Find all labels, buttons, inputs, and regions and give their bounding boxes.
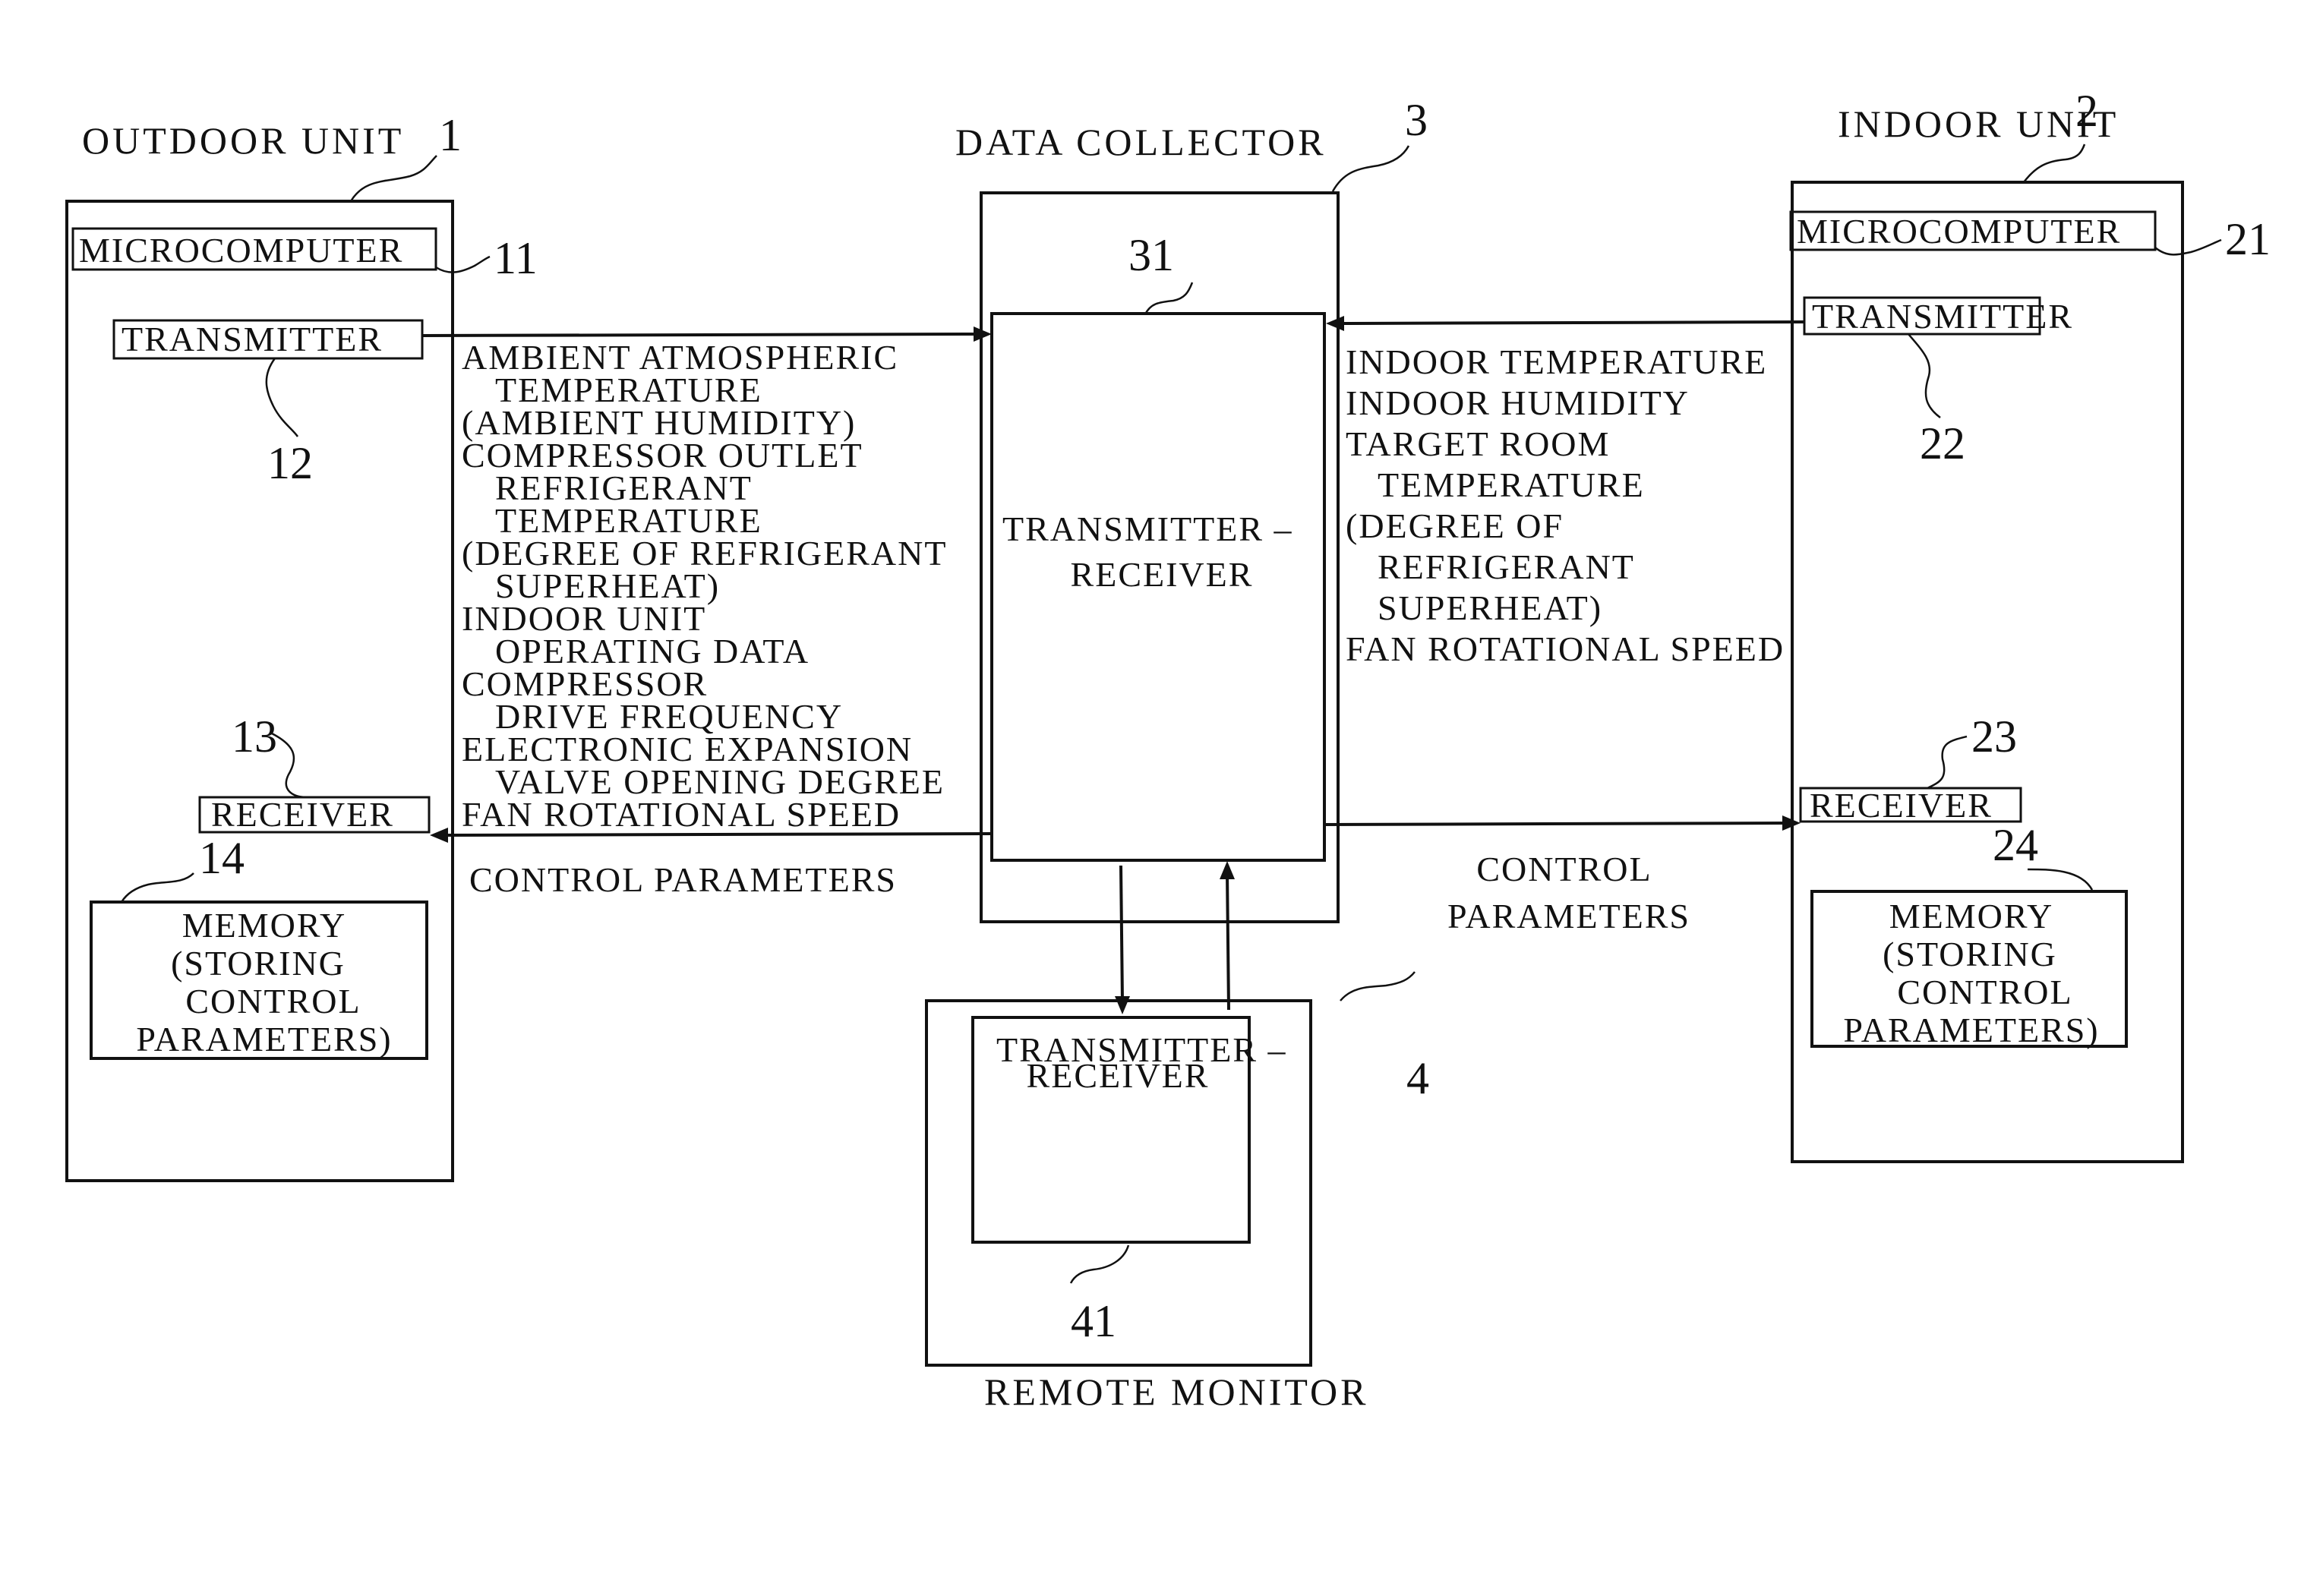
- collector-to-indoor-label-line-1: CONTROL: [1476, 850, 1652, 888]
- indoor-unit: INDOOR UNIT 2 MICROCOMPUTER 21 TRANSMITT…: [1789, 86, 2271, 1163]
- monitor-transceiver-leader: [1069, 1244, 1130, 1284]
- indoor-unit-leader: [2023, 144, 2086, 183]
- outdoor-unit-ref: 1: [439, 110, 462, 160]
- remote-monitor: 4 TRANSMITTER – RECEIVER 41 REMOTE MONIT…: [925, 971, 1429, 1413]
- indoor-data-line: FAN ROTATIONAL SPEED: [1346, 629, 1785, 668]
- collector-to-monitor-line: [1119, 865, 1124, 1003]
- indoor-unit-ref: 2: [2075, 86, 2098, 136]
- collector-to-indoor-label-line-2: PARAMETERS: [1447, 897, 1690, 935]
- indoor-memory-ref: 24: [1993, 820, 2038, 870]
- indoor-memory-line-2: (STORING: [1883, 935, 2057, 973]
- monitor-transceiver-line-2: RECEIVER: [1027, 1056, 1210, 1095]
- indoor-memory-line-4: PARAMETERS): [1843, 1011, 2099, 1049]
- outdoor-memory-line-2: (STORING: [171, 944, 346, 983]
- data-collector-ref: 3: [1405, 95, 1428, 145]
- indoor-data-line: TEMPERATURE: [1378, 465, 1645, 504]
- indoor-to-collector-line: [1337, 320, 1805, 325]
- outdoor-microcomputer-ref: 11: [494, 233, 538, 283]
- collector-monitor-link: [1115, 861, 1235, 1014]
- indoor-microcomputer-leader: [2154, 238, 2222, 256]
- indoor-data-line: SUPERHEAT): [1378, 588, 1602, 627]
- indoor-to-collector-link: [1326, 316, 1805, 331]
- outdoor-memory-ref: 14: [199, 833, 245, 883]
- monitor-to-collector-line: [1226, 872, 1230, 1011]
- collector-to-outdoor-label: CONTROL PARAMETERS: [469, 860, 897, 899]
- system-block-diagram: OUTDOOR UNIT 1 MICROCOMPUTER 11 TRANSMIT…: [65, 86, 2271, 1413]
- outdoor-memory-leader: [120, 872, 194, 903]
- outdoor-transmitter-label: TRANSMITTER: [122, 320, 383, 358]
- indoor-microcomputer-ref: 21: [2225, 214, 2271, 264]
- indoor-memory-leader: [2027, 868, 2094, 891]
- collector-transceiver-ref: 31: [1128, 230, 1174, 280]
- monitor-transceiver-ref: 41: [1071, 1296, 1116, 1346]
- indoor-data-line: INDOOR HUMIDITY: [1346, 383, 1690, 422]
- indoor-memory-line-3: CONTROL: [1897, 973, 2072, 1011]
- indoor-transmitter-label: TRANSMITTER: [1812, 297, 2073, 336]
- indoor-data-line: TARGET ROOM: [1346, 424, 1610, 463]
- indoor-transmitter-leader: [1908, 333, 1941, 418]
- arrowhead-to-monitor: [1115, 996, 1130, 1014]
- outdoor-transmitter-ref: 12: [267, 438, 313, 488]
- collector-transceiver-line-2: RECEIVER: [1071, 555, 1254, 594]
- outdoor-receiver-ref: 13: [232, 711, 277, 762]
- outdoor-unit: OUTDOOR UNIT 1 MICROCOMPUTER 11 TRANSMIT…: [65, 110, 538, 1182]
- outdoor-transmitter-leader: [265, 358, 299, 437]
- remote-monitor-title: REMOTE MONITOR: [984, 1370, 1368, 1413]
- collector-transceiver-line-1: TRANSMITTER –: [1002, 509, 1293, 548]
- outdoor-to-collector-line: [421, 333, 982, 337]
- indoor-receiver-leader: [1927, 735, 1968, 790]
- data-collector-leader: [1331, 145, 1410, 192]
- outdoor-memory-line-1: MEMORY: [182, 906, 346, 945]
- indoor-transmitter-ref: 22: [1920, 418, 1965, 468]
- outdoor-memory-line-4: PARAMETERS): [136, 1020, 392, 1058]
- outdoor-memory-line-3: CONTROL: [185, 982, 361, 1020]
- collector-to-indoor-link: [1324, 815, 1801, 831]
- arrowhead-to-collector-bottom: [1220, 861, 1235, 879]
- indoor-data-line: (DEGREE OF: [1346, 506, 1564, 545]
- indoor-data-line: REFRIGERANT: [1378, 547, 1635, 586]
- outdoor-microcomputer-leader: [435, 255, 491, 273]
- outdoor-receiver-label: RECEIVER: [211, 795, 394, 834]
- data-collector-title: DATA COLLECTOR: [955, 121, 1327, 163]
- outdoor-microcomputer-label: MICROCOMPUTER: [79, 231, 403, 270]
- indoor-memory-line-1: MEMORY: [1889, 897, 2053, 935]
- indoor-to-collector-data-list: INDOOR TEMPERATUREINDOOR HUMIDITYTARGET …: [1346, 342, 1785, 668]
- collector-to-indoor-line: [1324, 822, 1790, 826]
- remote-monitor-ref: 4: [1406, 1053, 1429, 1103]
- outdoor-unit-leader: [349, 155, 437, 202]
- arrowhead-to-outdoor-receiver: [430, 828, 448, 843]
- outdoor-unit-title: OUTDOOR UNIT: [82, 119, 404, 162]
- indoor-receiver-label: RECEIVER: [1810, 786, 1993, 825]
- remote-monitor-leader: [1340, 971, 1416, 1001]
- indoor-data-line: INDOOR TEMPERATURE: [1346, 342, 1767, 381]
- collector-transceiver-leader: [1144, 282, 1194, 315]
- collector-to-outdoor-line: [440, 832, 993, 837]
- outdoor-to-collector-data-list: AMBIENT ATMOSPHERICTEMPERATURE(AMBIENT H…: [462, 338, 945, 834]
- arrowhead-to-collector-right: [1326, 316, 1344, 331]
- indoor-microcomputer-label: MICROCOMPUTER: [1797, 212, 2121, 251]
- indoor-receiver-ref: 23: [1971, 711, 2017, 762]
- outdoor-data-line: FAN ROTATIONAL SPEED: [462, 795, 901, 834]
